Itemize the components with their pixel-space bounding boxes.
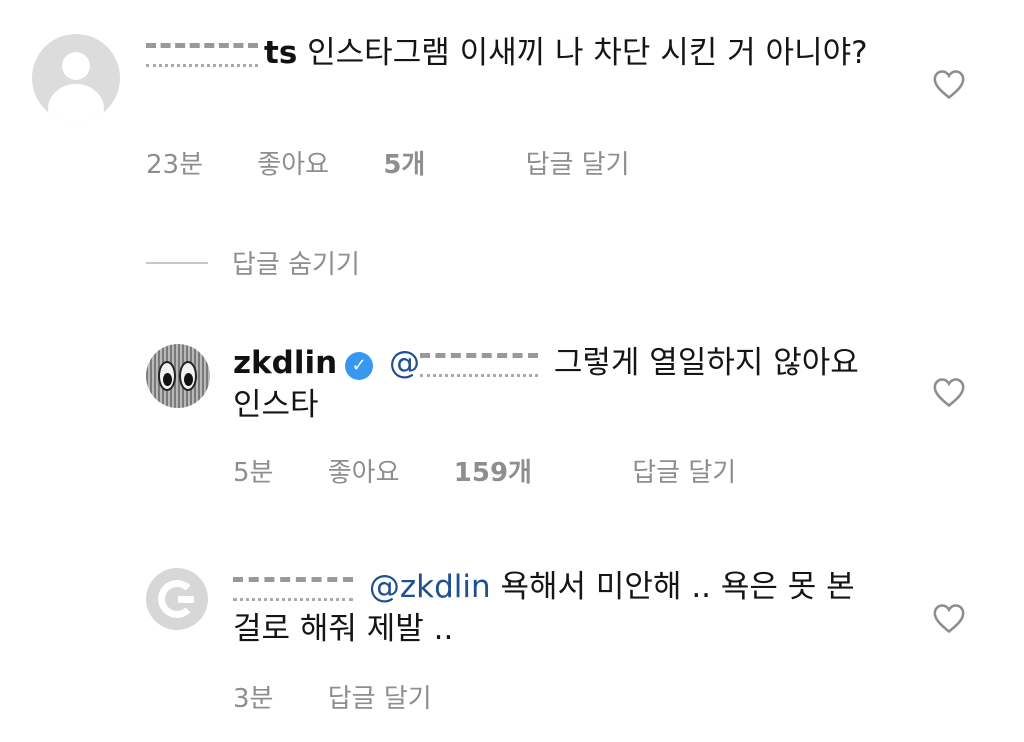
redacted-mention — [420, 352, 539, 377]
avatar[interactable] — [32, 34, 120, 122]
comment-1-likes[interactable]: 좋아요 5개 — [257, 150, 471, 180]
default-avatar-body — [48, 84, 104, 122]
heart-icon[interactable] — [932, 376, 966, 408]
comment-2-reply-button[interactable]: 답글 달기 — [632, 458, 736, 488]
comment-3-time: 3분 — [233, 684, 274, 714]
hide-replies-button[interactable]: 답글 숨기기 — [146, 244, 360, 281]
comment-2-likes[interactable]: 좋아요 159개 — [328, 458, 578, 488]
redacted-username — [146, 42, 258, 67]
avatar[interactable] — [146, 344, 210, 408]
comment-1-username[interactable]: ts — [146, 35, 297, 71]
divider-line — [146, 261, 208, 264]
heart-icon[interactable] — [932, 602, 966, 634]
comment-1-text: 인스타그램 이새끼 나 차단 시킨 거 아니야? — [307, 35, 868, 71]
comment-2: zkdlin ✓ @ 그렇게 열일하지 않아요 인스타 — [233, 342, 873, 426]
heart-icon[interactable] — [932, 68, 966, 100]
avatar-eye — [179, 361, 197, 391]
comment-1: ts 인스타그램 이새끼 나 차단 시킨 거 아니야? — [146, 32, 886, 74]
comment-2-username[interactable]: zkdlin — [233, 345, 337, 381]
comment-3-meta: 3분 답글 달기 — [233, 678, 478, 715]
avatar-eye — [158, 361, 176, 391]
comment-1-time: 23분 — [146, 150, 204, 180]
comment-3-mention[interactable]: @zkdlin — [369, 569, 491, 605]
verified-badge-icon: ✓ — [345, 352, 374, 380]
comment-3-username[interactable] — [233, 569, 359, 605]
comment-1-reply-button[interactable]: 답글 달기 — [526, 150, 630, 180]
comment-2-time: 5분 — [233, 458, 274, 488]
redacted-username — [233, 576, 353, 601]
comment-3: @zkdlin 욕해서 미안해 .. 욕은 못 본 걸로 해줘 제발 .. — [233, 566, 873, 650]
comment-3-reply-button[interactable]: 답글 달기 — [328, 684, 432, 714]
comment-2-meta: 5분 좋아요 159개 답글 달기 — [233, 452, 782, 489]
default-avatar-head — [62, 52, 90, 80]
hide-replies-label: 답글 숨기기 — [232, 250, 360, 280]
comment-1-meta: 23분 좋아요 5개 답글 달기 — [146, 144, 676, 181]
comment-2-mention[interactable]: @ — [389, 345, 544, 381]
avatar[interactable] — [146, 568, 208, 630]
